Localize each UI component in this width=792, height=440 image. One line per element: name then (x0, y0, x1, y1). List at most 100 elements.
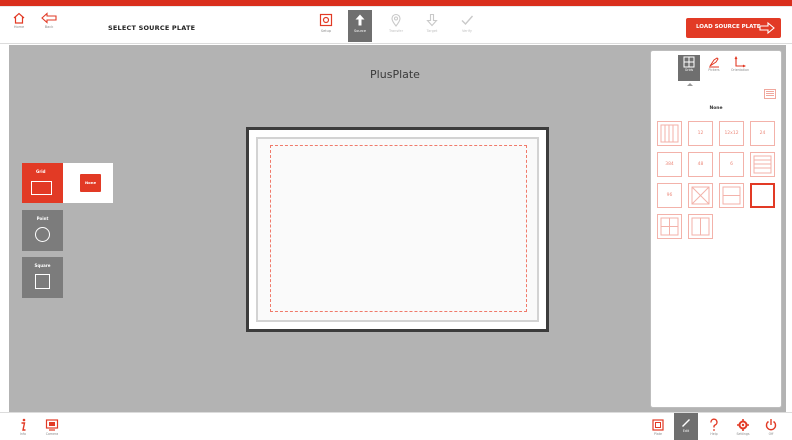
grid-pattern-icon (658, 124, 681, 149)
camera-label: Camera (45, 432, 59, 436)
pencil-icon (682, 419, 690, 427)
step-target[interactable]: Target (420, 10, 444, 42)
up-arrow-icon (355, 14, 365, 26)
plate-preview[interactable] (246, 127, 549, 332)
edit-button[interactable]: Edit (674, 413, 698, 440)
grid-option-label: 24 (759, 131, 766, 136)
power-button[interactable]: Off (759, 416, 783, 440)
camera-monitor-icon (45, 419, 59, 431)
picker-icon (709, 57, 719, 68)
plate-inner-border (256, 137, 539, 322)
grid-option-label: 96 (666, 193, 673, 198)
point-tool-button[interactable]: Point (22, 210, 63, 251)
step-setup-label: Setup (320, 29, 332, 33)
back-label: Back (44, 25, 54, 29)
grid-option[interactable] (719, 183, 744, 208)
plate-title: PlusPlate (370, 68, 420, 81)
power-label: Off (768, 432, 774, 436)
step-target-label: Target (426, 29, 438, 33)
grid-option[interactable]: 24 (750, 121, 775, 146)
camera-button[interactable]: Camera (40, 416, 64, 440)
checkmark-icon (461, 15, 474, 26)
load-source-plate-button[interactable]: LOAD SOURCE PLATE (686, 18, 781, 38)
tab-orientation-label: Orientation (731, 68, 749, 72)
grid-option[interactable] (688, 183, 713, 208)
right-arrow-icon (759, 21, 775, 35)
plate-label: Plate (654, 432, 662, 436)
down-arrow-icon (426, 13, 438, 27)
step-verify-label: Verify (462, 29, 472, 33)
grid-option[interactable]: 384 (657, 152, 682, 177)
list-view-icon[interactable] (764, 89, 776, 99)
grid-option-label: 12x12 (724, 131, 739, 136)
grid-section-title: None (709, 106, 723, 111)
tab-pointer (687, 83, 693, 86)
square-tool-label: Square (34, 263, 51, 268)
back-button[interactable]: Back (36, 11, 62, 41)
power-icon (765, 419, 777, 431)
grid-option-label: 6 (730, 162, 733, 167)
tab-pickers[interactable]: Pickers (703, 55, 725, 81)
axis-icon (734, 56, 746, 68)
settings-button[interactable]: Settings (731, 416, 755, 440)
tab-orientation[interactable]: Orientation (729, 55, 751, 81)
none-button[interactable]: None (80, 174, 101, 192)
rectangle-icon (31, 181, 52, 195)
help-button[interactable]: Help (702, 416, 726, 440)
plate-button[interactable]: Plate (646, 416, 670, 440)
point-tool-label: Point (36, 216, 49, 221)
bottom-toolbar: Info Camera Plate Edit Help Settings Off (0, 412, 792, 440)
tab-pickers-label: Pickers (708, 68, 720, 72)
grid-pattern-icon (689, 217, 712, 242)
home-button[interactable]: Home (6, 11, 32, 41)
info-button[interactable]: Info (11, 416, 35, 440)
none-button-label: None (84, 180, 97, 185)
grid-tool-card: Grid None (22, 163, 113, 203)
grid-option-selected[interactable] (750, 183, 775, 208)
page-title: SELECT SOURCE PLATE (108, 24, 196, 32)
grid-tool-button[interactable]: Grid (22, 163, 63, 203)
back-arrow-icon (41, 12, 57, 24)
plate-setup-icon (319, 13, 333, 27)
grid-option[interactable]: 6 (719, 152, 744, 177)
plate-icon (652, 419, 664, 431)
home-label: Home (13, 25, 25, 29)
grid-option-label: 12 (697, 131, 704, 136)
tab-grids-label: Grids (684, 68, 694, 72)
grid-pattern-icon (720, 186, 743, 211)
square-tool-button[interactable]: Square (22, 257, 63, 298)
square-icon (35, 274, 50, 289)
grid-tool-label: Grid (36, 169, 46, 174)
grid-option[interactable]: 48 (688, 152, 713, 177)
step-transfer[interactable]: Transfer (384, 10, 408, 42)
step-source-label: Source (353, 29, 367, 33)
tab-grids[interactable]: Grids (678, 55, 700, 81)
help-label: Help (710, 432, 718, 436)
grid-option[interactable] (657, 121, 682, 146)
grid-pattern-icon (751, 155, 774, 180)
grid-option[interactable]: 96 (657, 183, 682, 208)
circle-icon (35, 227, 50, 242)
grid-option[interactable]: 12 (688, 121, 713, 146)
edit-label: Edit (682, 429, 690, 433)
step-verify[interactable]: Verify (455, 10, 479, 42)
home-icon (13, 12, 25, 24)
gear-icon (737, 419, 749, 431)
grid-option[interactable] (688, 214, 713, 239)
grid-option-label: 48 (697, 162, 704, 167)
info-icon (21, 418, 26, 431)
top-toolbar: Home Back SELECT SOURCE PLATE Setup Sour… (0, 7, 792, 44)
grid-option[interactable] (750, 152, 775, 177)
step-source[interactable]: Source (348, 10, 372, 42)
load-source-plate-label: LOAD SOURCE PLATE (696, 24, 761, 30)
step-setup[interactable]: Setup (314, 10, 338, 42)
info-label: Info (19, 432, 27, 436)
question-icon (710, 418, 718, 431)
grid-option[interactable]: 12x12 (719, 121, 744, 146)
right-panel: Grids Pickers Orientation None 12 12x12 24… (650, 50, 782, 408)
plate-pick-area (270, 145, 527, 312)
step-transfer-label: Transfer (388, 29, 404, 33)
grid-icon (683, 56, 695, 68)
grid-option-label: 384 (665, 162, 674, 167)
grid-option[interactable] (657, 214, 682, 239)
